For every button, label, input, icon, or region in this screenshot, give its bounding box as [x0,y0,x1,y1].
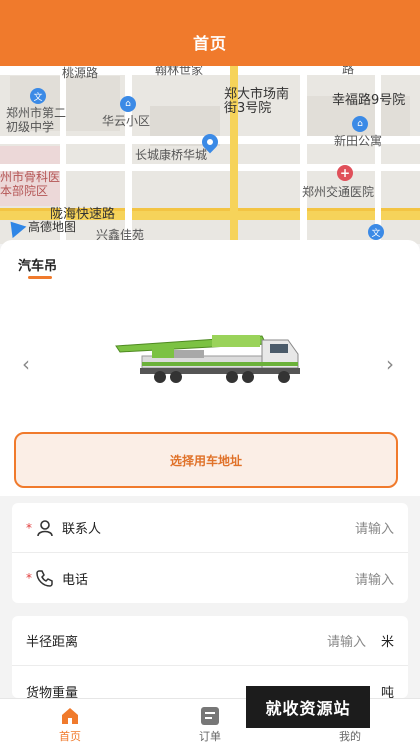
map-label-changcheng: 长城康桥华城 [135,148,208,162]
page-title: 首页 [192,34,227,53]
map-label-road: 路 [342,66,355,76]
contact-form: * 联系人 请输入 * 电话 请输入 [12,503,408,603]
phone-icon [34,567,56,589]
radius-unit: 米 [380,635,394,650]
residential-icon: ⌂ [120,96,136,112]
school-icon: 文 [368,224,384,240]
map-label-school: 郑州市第二 初级中学 [6,106,67,134]
radius-label: 半径距离 [26,635,79,650]
radius-row[interactable]: 半径距离 请输入 米 [12,616,408,666]
carousel-next-button[interactable]: › [386,352,394,376]
map-view[interactable]: 桃源路 翰林世家 路 文 郑州市第二 初级中学 ⌂ 华云小区 郑大市场南 街3号… [0,66,420,244]
weight-unit: 吨 [380,685,394,699]
select-address-button[interactable]: 选择用车地址 [14,432,398,488]
select-address-label: 选择用车地址 [169,453,242,468]
map-label-hanlin: 翰林世家 [155,66,204,77]
map-label-xingfu: 幸福路9号院 [332,93,406,108]
tab-truck-crane[interactable]: 汽车吊 [18,255,57,274]
contact-name-label: 联系人 [62,522,102,537]
map-label-market: 郑大市场南 街3号院 [224,87,290,116]
weight-label: 货物重量 [26,685,79,699]
contact-phone-input[interactable]: 请输入 [355,569,394,588]
home-icon [61,707,79,725]
person-icon [34,517,56,539]
navigation-arrow-icon [3,215,27,238]
map-label-jiaotong: 郑州交通医院 [302,185,375,199]
contact-name-input[interactable]: 请输入 [355,518,394,537]
hospital-icon: + [337,165,353,181]
school-icon: 文 [30,88,46,104]
tab-indicator [28,276,52,279]
vehicle-card: 汽车吊 ‹ › 选择用车地址 [0,240,420,496]
map-label-huayun: 华云小区 [102,114,151,128]
tab-mine-label: 我的 [339,730,361,743]
map-label-bone-hospital: 州市骨科医 本部院区 [0,170,61,198]
required-mark: * [26,520,32,535]
app-header: 首页 [0,0,420,66]
crane-truck-image [115,335,300,383]
tab-home[interactable]: 首页 [30,703,110,744]
radius-input[interactable]: 请输入 [327,631,366,650]
contact-name-row[interactable]: * 联系人 请输入 [12,503,408,553]
residential-icon: ⌂ [352,116,368,132]
map-label-taoyuan: 桃源路 [62,66,99,80]
map-label-xintian: 新田公寓 [334,134,383,148]
tab-home-label: 首页 [59,730,81,743]
watermark-badge: 就收资源站 [246,686,370,728]
required-mark: * [26,571,32,585]
contact-phone-label: 电话 [62,572,89,588]
amap-logo: 高德地图 [3,215,77,238]
amap-label: 高德地图 [28,220,77,234]
tab-orders-label: 订单 [199,730,221,743]
orders-icon [201,707,219,725]
tab-orders[interactable]: 订单 [170,703,250,744]
carousel-prev-button[interactable]: ‹ [22,352,30,376]
contact-phone-row[interactable]: * 电话 请输入 [12,553,408,603]
